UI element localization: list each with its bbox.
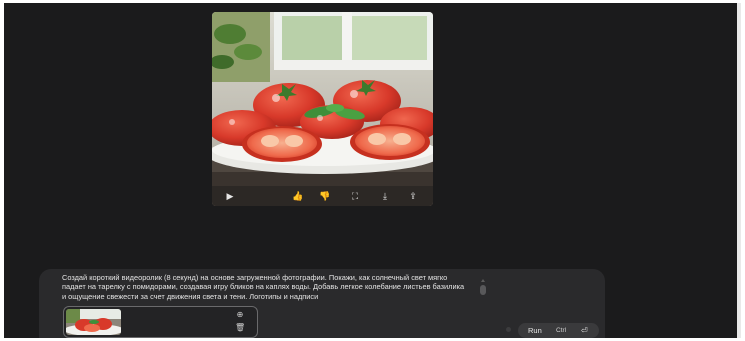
- media-toolbar: ▶ 👍 👎 ⛶ ⤓ ⇪: [212, 186, 433, 206]
- attachment-thumbnail[interactable]: [66, 309, 121, 335]
- prompt-panel: Создай короткий видеоролик (8 секунд) на…: [39, 269, 605, 338]
- status-dot: [506, 327, 511, 332]
- thumbs-down-icon[interactable]: 👎: [319, 190, 331, 202]
- play-icon[interactable]: ▶: [224, 190, 236, 202]
- run-shortcut-label: Ctrl: [556, 327, 567, 334]
- thumbs-up-icon[interactable]: 👍: [292, 190, 304, 202]
- download-icon[interactable]: ⤓: [379, 190, 391, 202]
- run-label: Run: [528, 326, 542, 335]
- scroll-thumb[interactable]: [480, 285, 486, 295]
- enter-key-icon: ⏎: [581, 326, 588, 335]
- scroll-up-icon[interactable]: [481, 279, 485, 282]
- attachment-photo: [66, 309, 121, 335]
- add-file-icon[interactable]: ⊕: [235, 310, 245, 319]
- share-icon[interactable]: ⇪: [407, 190, 419, 202]
- trash-icon[interactable]: 🗑: [235, 323, 245, 332]
- prompt-scrollbar[interactable]: [480, 279, 486, 299]
- generated-image-card[interactable]: ▶ 👍 👎 ⛶ ⤓ ⇪: [212, 12, 433, 206]
- fullscreen-icon[interactable]: ⛶: [349, 190, 361, 202]
- attachment-chip[interactable]: ⊕ 🗑: [63, 306, 258, 338]
- run-button[interactable]: Run Ctrl ⏎: [518, 323, 599, 338]
- app-window: ▶ 👍 👎 ⛶ ⤓ ⇪ Создай короткий видеоролик (…: [4, 3, 741, 338]
- tomato-photo: [212, 12, 433, 206]
